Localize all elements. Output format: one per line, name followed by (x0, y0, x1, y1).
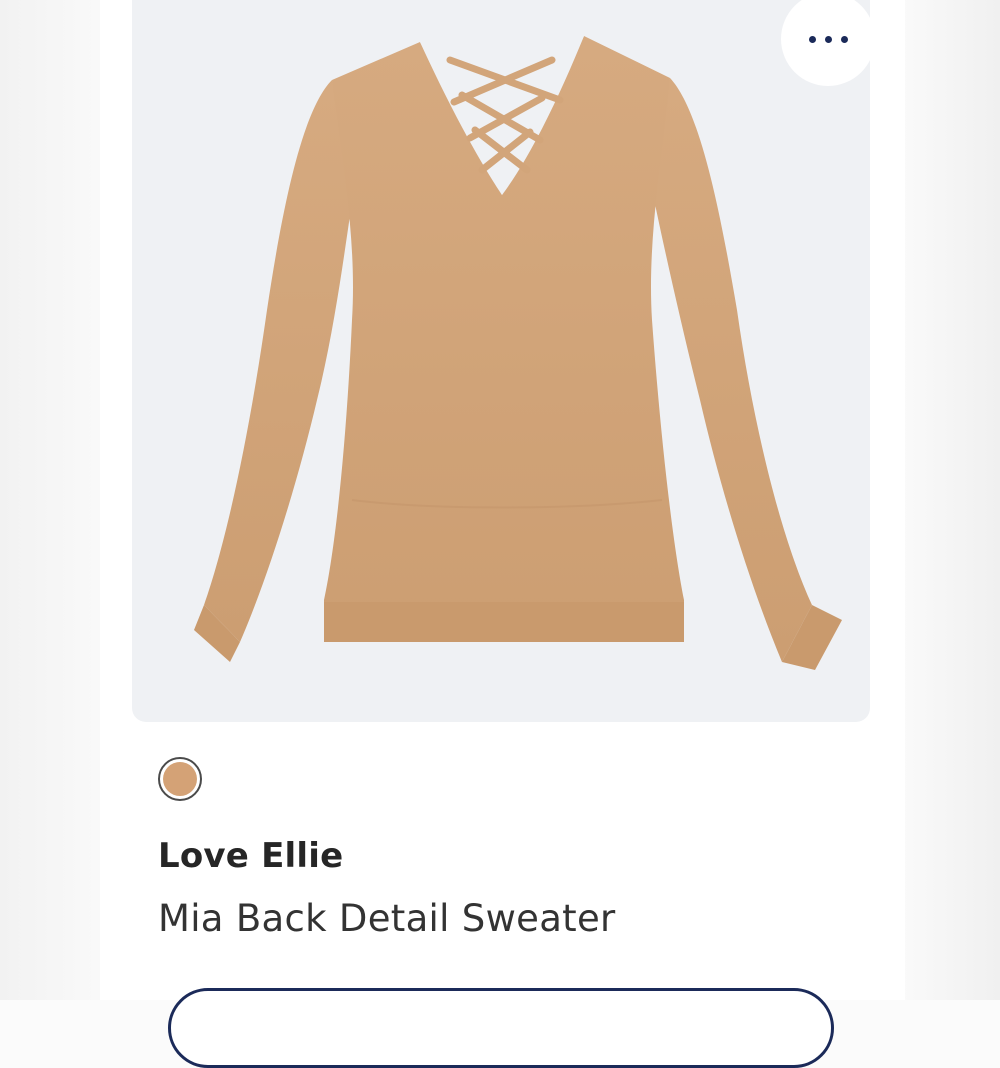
product-name: Mia Back Detail Sweater (158, 897, 616, 940)
page-backdrop-left (0, 0, 110, 1000)
more-horizontal-icon-dot-3 (840, 35, 848, 43)
product-card[interactable]: Love Ellie Mia Back Detail Sweater (100, 0, 905, 1068)
sweater-hem (324, 602, 684, 642)
sweater-body (324, 36, 684, 642)
page-backdrop-right (900, 0, 1000, 1000)
sweater-image (194, 36, 842, 670)
more-horizontal-icon-dot-2 (824, 35, 832, 43)
color-swatch[interactable] (158, 757, 202, 801)
product-brand: Love Ellie (158, 836, 344, 876)
color-swatch-fill (163, 762, 197, 796)
primary-action-button[interactable] (168, 988, 834, 1068)
more-horizontal-icon (808, 35, 816, 43)
product-image-panel[interactable] (132, 0, 870, 722)
